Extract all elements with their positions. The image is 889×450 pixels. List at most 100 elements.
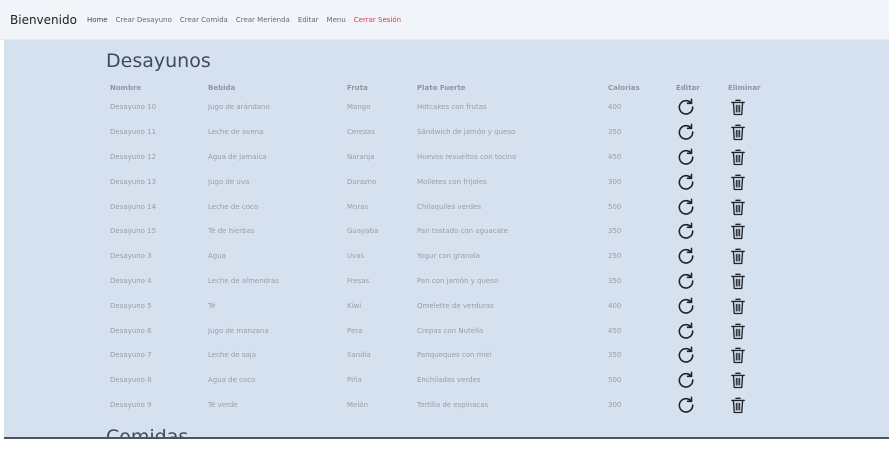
edit-button[interactable]	[676, 321, 696, 341]
table-row: Desayuno 5 Té Kiwi Omelette de verduras 400	[104, 293, 772, 318]
cell-eliminar	[722, 368, 772, 393]
delete-button[interactable]	[728, 395, 748, 415]
delete-button[interactable]	[728, 370, 748, 390]
edit-button[interactable]	[676, 97, 696, 117]
delete-button[interactable]	[728, 345, 748, 365]
trash-icon	[728, 321, 748, 341]
cell-calorias: 350	[608, 227, 622, 236]
trash-icon	[728, 122, 748, 142]
cell-nombre: Desayuno 14	[110, 202, 157, 211]
trash-icon	[728, 172, 748, 192]
cell-fruta: Durazno	[347, 177, 377, 186]
delete-button[interactable]	[728, 172, 748, 192]
logout-link[interactable]: Cerrar Sesión	[354, 16, 401, 24]
edit-button[interactable]	[676, 246, 696, 266]
refresh-icon	[676, 370, 696, 390]
cell-fruta: Pera	[347, 326, 363, 335]
cell-calorias: 500	[608, 202, 622, 211]
cell-calorias: 450	[608, 152, 622, 161]
cell-plato-fuerte: Enchiladas verdes	[417, 376, 481, 385]
delete-button[interactable]	[728, 246, 748, 266]
cell-nombre: Desayuno 13	[110, 177, 157, 186]
cell-editar	[670, 269, 722, 294]
desayunos-table: Nombre Bebida Fruta Plato Fuerte Caloria…	[104, 80, 772, 417]
cell-calorias: 300	[608, 400, 622, 409]
cell-bebida: Leche de coco	[208, 202, 259, 211]
edit-button[interactable]	[676, 296, 696, 316]
cell-calorias: 350	[608, 351, 622, 360]
table-body: Desayuno 10 Jugo de arándano Mango Hotcakes…	[104, 95, 772, 417]
section-title-desayunos: Desayunos	[106, 50, 211, 72]
cell-plato-fuerte: Omelette de verduras	[417, 301, 494, 310]
cell-nombre: Desayuno 6	[110, 326, 152, 335]
delete-button[interactable]	[728, 147, 748, 167]
delete-button[interactable]	[728, 271, 748, 291]
refresh-icon	[676, 147, 696, 167]
cell-nombre: Desayuno 10	[110, 103, 157, 112]
cell-plato-fuerte: Panqueques con miel	[417, 351, 492, 360]
table-header-row: Nombre Bebida Fruta Plato Fuerte Caloria…	[104, 80, 772, 95]
edit-button[interactable]	[676, 221, 696, 241]
cell-nombre: Desayuno 5	[110, 301, 152, 310]
cell-fruta: Kiwi	[347, 301, 362, 310]
edit-button[interactable]	[676, 345, 696, 365]
nav-link-home[interactable]: Home	[87, 16, 108, 24]
cell-fruta: Naranja	[347, 152, 375, 161]
nav-link-editar[interactable]: Editar	[298, 16, 319, 24]
cell-calorias: 350	[608, 276, 622, 285]
cell-bebida: Té	[208, 301, 216, 310]
cell-fruta: Piña	[347, 376, 362, 385]
trash-icon	[728, 221, 748, 241]
refresh-icon	[676, 221, 696, 241]
table-row: Desayuno 6 Jugo de manzana Pera Crepas con …	[104, 318, 772, 343]
column-header-calorias: Calorias	[608, 83, 640, 92]
cell-calorias: 450	[608, 326, 622, 335]
cell-editar	[670, 95, 722, 120]
cell-eliminar	[722, 318, 772, 343]
cell-fruta: Fresas	[347, 276, 370, 285]
edit-button[interactable]	[676, 147, 696, 167]
edit-button[interactable]	[676, 271, 696, 291]
nav-link-crear-merienda[interactable]: Crear Merienda	[236, 16, 290, 24]
column-header-bebida: Bebida	[208, 83, 236, 92]
delete-button[interactable]	[728, 296, 748, 316]
delete-button[interactable]	[728, 197, 748, 217]
edit-button[interactable]	[676, 370, 696, 390]
section-title-comidas: Comidas	[106, 426, 189, 437]
trash-icon	[728, 97, 748, 117]
cell-editar	[670, 145, 722, 170]
nav-link-crear-comida[interactable]: Crear Comida	[180, 16, 228, 24]
cell-editar	[670, 318, 722, 343]
cell-bebida: Leche de almendras	[208, 276, 279, 285]
edit-button[interactable]	[676, 172, 696, 192]
navbar-brand[interactable]: Bienvenido	[10, 13, 77, 27]
delete-button[interactable]	[728, 97, 748, 117]
table-row: Desayuno 14 Leche de coco Moras Chilaquiles…	[104, 194, 772, 219]
cell-eliminar	[722, 343, 772, 368]
delete-button[interactable]	[728, 221, 748, 241]
cell-bebida: Leche de avena	[208, 128, 264, 137]
main-content: Desayunos Nombre Bebida Fruta Plato Fuer…	[4, 40, 889, 437]
nav-link-crear-desayuno[interactable]: Crear Desayuno	[116, 16, 172, 24]
cell-bebida: Agua de jamaica	[208, 152, 267, 161]
cell-editar	[670, 219, 722, 244]
nav-link-menu[interactable]: Menu	[327, 16, 346, 24]
edit-button[interactable]	[676, 395, 696, 415]
cell-editar	[670, 244, 722, 269]
delete-button[interactable]	[728, 321, 748, 341]
cell-editar	[670, 194, 722, 219]
cell-plato-fuerte: Chilaquiles verdes	[417, 202, 482, 211]
trash-icon	[728, 271, 748, 291]
cell-calorias: 400	[608, 103, 622, 112]
cell-editar	[670, 368, 722, 393]
table-row: Desayuno 15 Té de hierbas Guayaba Pan tosta…	[104, 219, 772, 244]
cell-eliminar	[722, 169, 772, 194]
trash-icon	[728, 197, 748, 217]
edit-button[interactable]	[676, 197, 696, 217]
refresh-icon	[676, 321, 696, 341]
refresh-icon	[676, 345, 696, 365]
edit-button[interactable]	[676, 122, 696, 142]
cell-nombre: Desayuno 9	[110, 400, 152, 409]
column-header-plato-fuerte: Plato Fuerte	[417, 83, 466, 92]
delete-button[interactable]	[728, 122, 748, 142]
